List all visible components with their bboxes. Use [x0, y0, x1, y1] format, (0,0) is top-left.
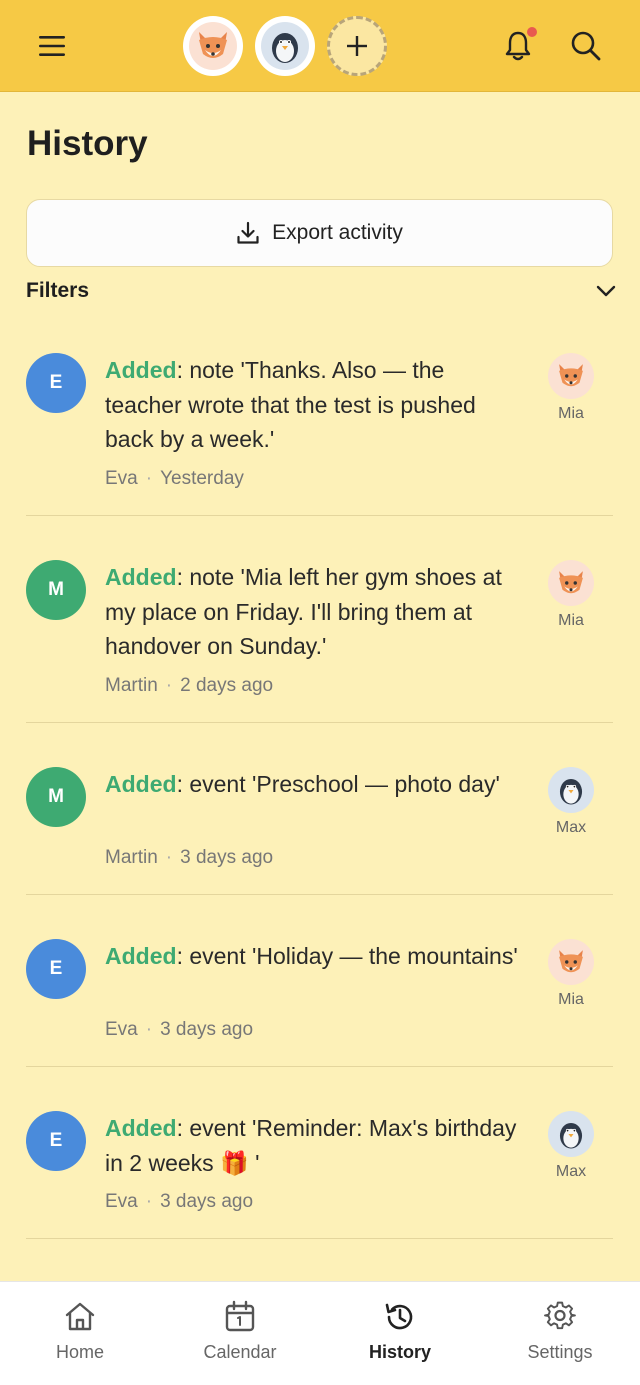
nav-settings[interactable]: Settings — [480, 1282, 640, 1385]
activity-item[interactable]: E Added: event 'Reminder: Max's birthday… — [26, 1067, 613, 1239]
activity-time: 3 days ago — [180, 847, 274, 868]
penguin-icon — [559, 1122, 583, 1149]
menu-button[interactable] — [30, 24, 74, 68]
activity-item[interactable]: E Added: note 'Thanks. Also — the teache… — [26, 322, 613, 516]
gear-icon — [544, 1301, 576, 1330]
activity-time: 3 days ago — [160, 1191, 254, 1212]
top-app-bar — [0, 0, 640, 92]
activity-verb: Added — [105, 771, 177, 797]
activity-text: Added: event 'Preschool — photo day' — [105, 767, 525, 802]
activity-text: Added: note 'Thanks. Also — the teacher … — [105, 353, 525, 457]
search-icon — [571, 31, 601, 61]
child-name: Max — [555, 819, 587, 836]
child-name: Mia — [558, 991, 584, 1008]
activity-author: Martin — [105, 847, 158, 868]
activity-meta: Eva · 3 days ago — [105, 1019, 254, 1040]
plus-icon — [347, 36, 367, 56]
page-title: History — [27, 124, 148, 163]
penguin-icon — [272, 33, 298, 63]
child-chip: Mia — [548, 939, 594, 1009]
fox-icon — [559, 571, 583, 594]
activity-meta: Martin · 3 days ago — [105, 847, 274, 868]
bottom-navigation: Home Calendar History Settings — [0, 1281, 640, 1385]
nav-history[interactable]: History — [320, 1282, 480, 1385]
activity-verb: Added — [105, 1115, 177, 1141]
nav-home[interactable]: Home — [0, 1282, 160, 1385]
activity-author: Eva — [105, 1019, 138, 1040]
activity-verb: Added — [105, 564, 177, 590]
nav-settings-label: Settings — [527, 1342, 593, 1362]
activity-item[interactable]: M Added: note 'Mia left her gym shoes at… — [26, 516, 613, 723]
child-chip: Max — [548, 1111, 594, 1181]
activity-meta: Eva · Yesterday — [105, 468, 244, 489]
child-name: Max — [555, 1163, 587, 1180]
export-activity-button[interactable]: Export activity — [26, 199, 613, 267]
fox-icon — [559, 364, 583, 387]
child-chip: Mia — [548, 560, 594, 630]
export-activity-label: Export activity — [272, 221, 403, 244]
activity-item[interactable]: E Added: event 'Holiday — the mountains'… — [26, 895, 613, 1067]
activity-verb: Added — [105, 357, 177, 383]
activity-description: : event 'Holiday — the mountains' — [176, 943, 518, 969]
activity-author: Eva — [105, 1191, 138, 1212]
kid-switcher-max[interactable] — [255, 16, 315, 76]
child-name: Mia — [558, 405, 584, 422]
author-avatar: E — [26, 353, 86, 413]
calendar-icon — [225, 1300, 255, 1332]
activity-description: : event 'Preschool — photo day' — [176, 771, 500, 797]
author-avatar: E — [26, 1111, 86, 1171]
nav-home-label: Home — [55, 1342, 104, 1362]
activity-time: Yesterday — [160, 468, 244, 489]
fox-icon — [559, 950, 583, 973]
nav-calendar[interactable]: Calendar — [160, 1282, 320, 1385]
activity-text: Added: event 'Reminder: Max's birthday i… — [105, 1111, 525, 1180]
child-name: Mia — [558, 612, 584, 629]
chevron-down-icon — [596, 285, 616, 297]
hamburger-icon — [39, 36, 65, 56]
fox-icon — [199, 32, 227, 58]
activity-verb: Added — [105, 943, 177, 969]
child-chip: Mia — [548, 353, 594, 423]
download-icon — [237, 221, 259, 244]
author-avatar: M — [26, 560, 86, 620]
home-icon — [65, 1302, 95, 1331]
nav-history-label: History — [368, 1342, 431, 1362]
author-avatar: E — [26, 939, 86, 999]
penguin-icon — [559, 778, 583, 805]
activity-meta: Eva · 3 days ago — [105, 1191, 254, 1212]
notification-dot — [527, 27, 537, 37]
activity-list: E Added: note 'Thanks. Also — the teache… — [0, 322, 640, 1239]
activity-time: 3 days ago — [160, 1019, 254, 1040]
activity-author: Eva — [105, 468, 138, 489]
history-icon — [385, 1303, 413, 1330]
activity-text: Added: event 'Holiday — the mountains' — [105, 939, 525, 974]
add-kid-button[interactable] — [327, 16, 387, 76]
activity-time: 2 days ago — [180, 675, 274, 696]
child-chip: Max — [548, 767, 594, 837]
nav-calendar-label: Calendar — [203, 1342, 277, 1362]
search-button[interactable] — [564, 24, 608, 68]
kid-switcher-mia[interactable] — [183, 16, 243, 76]
filters-label: Filters — [26, 279, 90, 302]
activity-meta: Martin · 2 days ago — [105, 675, 274, 696]
activity-item[interactable]: M Added: event 'Preschool — photo day' M… — [26, 723, 613, 895]
filters-toggle[interactable]: Filters — [26, 276, 616, 306]
activity-author: Martin — [105, 675, 158, 696]
author-avatar: M — [26, 767, 86, 827]
activity-text: Added: note 'Mia left her gym shoes at m… — [105, 560, 525, 664]
